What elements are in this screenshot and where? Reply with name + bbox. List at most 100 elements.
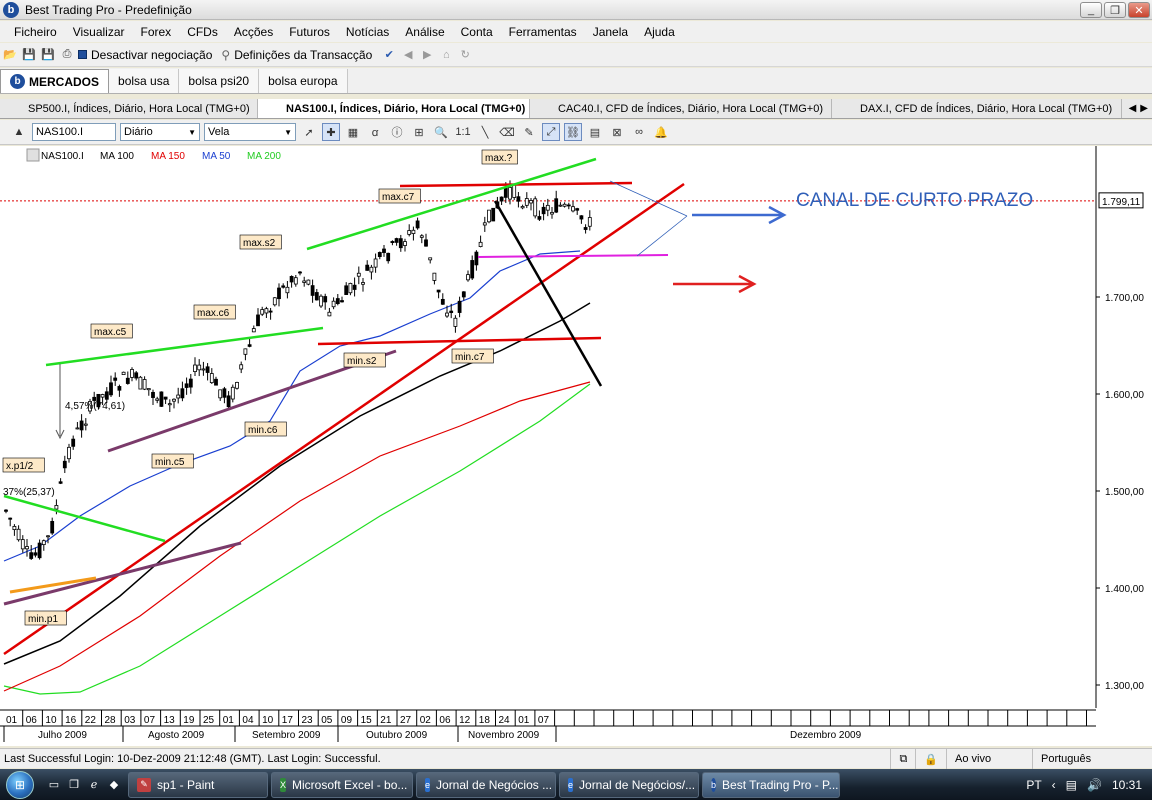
zoom-reset-icon[interactable]: 1:1	[454, 123, 472, 141]
candle-body	[398, 238, 403, 249]
menu-futuros[interactable]: Futuros	[281, 25, 338, 39]
style-select[interactable]: Vela ▼	[204, 123, 296, 141]
tab-cac40[interactable]: CAC40.I, CFD de Índices, Diário, Hora Lo…	[530, 99, 832, 118]
alert-icon[interactable]: 🔔	[652, 123, 670, 141]
close-button[interactable]: ✕	[1128, 2, 1150, 18]
chart-toolbar: ▲ NAS100.I Diário ▼ Vela ▼ ➚ ✚ ▦ ꭤ ⓘ ⊞ 🔍 1…	[0, 120, 1152, 145]
menu-noticias[interactable]: Notícias	[338, 25, 397, 39]
period-select[interactable]: Diário ▼	[120, 123, 200, 141]
candle-body	[256, 314, 260, 327]
link-charts-icon[interactable]: ∞	[630, 123, 648, 141]
tab-sp500[interactable]: SP500.I, Índices, Diário, Hora Local (TM…	[0, 99, 258, 118]
switch-windows-icon[interactable]: ❐	[66, 777, 82, 793]
task-paint-label: sp1 - Paint	[157, 777, 215, 792]
menu-ajuda[interactable]: Ajuda	[636, 25, 683, 39]
menu-conta[interactable]: Conta	[453, 25, 501, 39]
task-best-trading[interactable]: b Best Trading Pro - P...	[702, 771, 840, 798]
collapse-up-icon[interactable]: ▲	[10, 123, 28, 141]
task-jornal-1[interactable]: e Jornal de Negócios ...	[416, 771, 556, 798]
task-excel[interactable]: X Microsoft Excel - bo...	[271, 771, 413, 798]
eraser-icon[interactable]: ⌫	[498, 123, 516, 141]
link-icon[interactable]: ⛓	[564, 123, 582, 141]
template-icon[interactable]: ▤	[586, 123, 604, 141]
save-as-icon[interactable]: 💾	[40, 47, 56, 63]
candle-body	[411, 229, 416, 234]
home-icon[interactable]: ⌂	[438, 47, 454, 63]
zoom-in-icon[interactable]: 🔍	[432, 123, 450, 141]
delete-objects-icon[interactable]: ⊠	[608, 123, 626, 141]
x-day-label: 21	[380, 715, 392, 726]
windows-logo-icon: ⊞	[6, 770, 34, 799]
chart-area[interactable]: NAS100.I MA 100 MA 150 MA 50 MA 200 max.…	[0, 146, 1152, 746]
candle-body	[554, 198, 559, 213]
candle-body	[298, 271, 302, 274]
autoscale-icon[interactable]: ⤢	[542, 123, 560, 141]
y-tick-label: 1.300,00	[1105, 681, 1144, 692]
task-paint[interactable]: ✎ sp1 - Paint	[128, 771, 268, 798]
candle-body	[29, 552, 34, 559]
tray-arrow-icon[interactable]: ‹	[1052, 778, 1056, 792]
minimize-button[interactable]: _	[1080, 2, 1102, 18]
menu-cfds[interactable]: CFDs	[179, 25, 226, 39]
show-desktop-icon[interactable]: ▭	[46, 777, 62, 793]
menu-visualizar[interactable]: Visualizar	[65, 25, 133, 39]
symbol-input[interactable]: NAS100.I	[32, 123, 116, 141]
task-jornal-1-label: Jornal de Negócios ...	[436, 777, 553, 792]
price-chart[interactable]: NAS100.I MA 100 MA 150 MA 50 MA 200 max.…	[0, 146, 1152, 746]
tab-mercados[interactable]: b MERCADOS	[0, 69, 110, 93]
start-button[interactable]: ⊞	[0, 769, 40, 800]
tabs-prev-icon[interactable]: ◀	[1129, 99, 1137, 118]
forward-icon[interactable]: ▶	[419, 47, 435, 63]
check-icon[interactable]: ✔	[381, 47, 397, 63]
label-text: min.c5	[155, 457, 185, 468]
task-jornal-2[interactable]: e Jornal de Negócios/...	[559, 771, 699, 798]
tab-bolsa-psi20[interactable]: bolsa psi20	[179, 69, 260, 93]
deactivate-trading-button[interactable]: Desactivar negociação	[78, 48, 212, 62]
back-icon[interactable]: ◀	[400, 47, 416, 63]
input-language[interactable]: PT	[1026, 778, 1041, 792]
signal-icon: ⧉	[890, 749, 915, 769]
zoom-fit-icon[interactable]: ⊞	[410, 123, 428, 141]
ie-browser-icon[interactable]: ℯ	[86, 777, 102, 793]
candle-body	[8, 517, 13, 520]
open-folder-icon[interactable]: 📂	[2, 47, 18, 63]
candle-body	[415, 220, 420, 229]
indicators-icon[interactable]: ꭤ	[366, 123, 384, 141]
clock[interactable]: 10:31	[1112, 778, 1142, 792]
menu-ferramentas[interactable]: Ferramentas	[501, 25, 585, 39]
candle-body	[79, 420, 84, 431]
transaction-settings-button[interactable]: ⚲ Definições da Transacção	[221, 48, 372, 62]
symbol-value: NAS100.I	[36, 126, 84, 138]
network-icon[interactable]: ▤	[1066, 778, 1077, 792]
tab-bolsa-usa[interactable]: bolsa usa	[109, 69, 180, 93]
brand-logo-icon: b	[10, 74, 25, 89]
menu-analise[interactable]: Análise	[397, 25, 452, 39]
tab-nas100[interactable]: NAS100.I, Índices, Diário, Hora Local (T…	[258, 99, 530, 118]
tab-dax[interactable]: DAX.I, CFD de Índices, Diário, Hora Loca…	[832, 99, 1122, 118]
candle-body	[419, 235, 424, 238]
candle-body	[239, 364, 244, 370]
label-text: min.s2	[347, 356, 377, 367]
save-icon[interactable]: 💾	[21, 47, 37, 63]
cursor-icon[interactable]: ➚	[300, 123, 318, 141]
candle-body	[453, 317, 458, 327]
crosshair-icon[interactable]: ✚	[322, 123, 340, 141]
refresh-icon[interactable]: ↻	[457, 47, 473, 63]
candle-body	[293, 277, 298, 285]
volume-icon[interactable]: 🔊	[1087, 778, 1102, 792]
print-icon[interactable]: ⎙	[59, 47, 75, 63]
maximize-button[interactable]: ❐	[1104, 2, 1126, 18]
tab-bolsa-europa[interactable]: bolsa europa	[259, 69, 348, 93]
candle-body	[193, 364, 197, 372]
menu-accoes[interactable]: Acções	[226, 25, 281, 39]
paint-icon[interactable]: ✎	[520, 123, 538, 141]
tabs-next-icon[interactable]: ▶	[1140, 99, 1148, 118]
x-day-label: 19	[183, 715, 195, 726]
info-icon[interactable]: ⓘ	[388, 123, 406, 141]
menu-janela[interactable]: Janela	[585, 25, 636, 39]
grid-icon[interactable]: ▦	[344, 123, 362, 141]
menu-forex[interactable]: Forex	[133, 25, 180, 39]
line-tool-icon[interactable]: ╲	[476, 123, 494, 141]
menu-ficheiro[interactable]: Ficheiro	[6, 25, 65, 39]
app-shortcut-icon[interactable]: ◆	[106, 777, 122, 793]
